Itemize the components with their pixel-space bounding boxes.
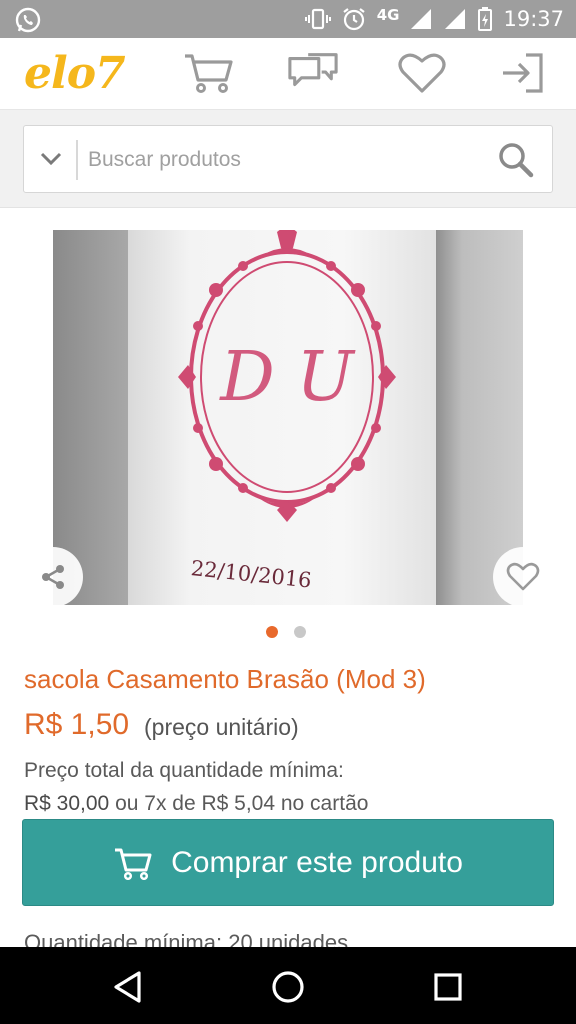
home-button[interactable] <box>266 965 310 1009</box>
heart-icon <box>506 562 540 591</box>
buy-button-label: Comprar este produto <box>171 845 463 879</box>
carousel-indicator <box>266 626 306 638</box>
chevron-down-icon[interactable] <box>34 142 68 176</box>
search-area <box>0 110 576 208</box>
network-type: 4G <box>376 6 400 24</box>
search-input[interactable] <box>88 140 488 180</box>
crest-illustration: D U <box>178 230 396 522</box>
carousel-dot[interactable] <box>294 626 306 638</box>
product-title: sacola Casamento Brasão (Mod 3) <box>24 664 426 694</box>
total-label: Preço total da quantidade mínima: <box>24 759 344 782</box>
home-circle-icon <box>272 971 304 1003</box>
product-price: R$ 1,50 <box>24 708 130 741</box>
messages-icon[interactable] <box>287 50 339 96</box>
vibrate-icon <box>304 8 331 30</box>
app-header: elo7 <box>0 38 576 110</box>
login-icon[interactable] <box>496 50 548 96</box>
buy-button[interactable]: Comprar este produto <box>22 819 554 906</box>
signal-icon-2 <box>445 9 466 29</box>
product-image[interactable]: D U 22/10/2016 <box>53 230 523 605</box>
price-note: (preço unitário) <box>144 714 299 740</box>
search-bar <box>23 125 553 193</box>
signal-icon <box>411 9 432 29</box>
whatsapp-icon <box>15 7 41 33</box>
status-bar: 4G 19:37 <box>0 0 576 38</box>
alarm-icon <box>343 8 365 31</box>
recents-button[interactable] <box>426 965 470 1009</box>
favorite-button[interactable] <box>493 547 553 607</box>
status-time: 19:37 <box>503 7 564 31</box>
cart-icon[interactable] <box>182 50 234 96</box>
favorites-icon[interactable] <box>396 50 448 96</box>
status-icons: 4G 19:37 <box>304 5 564 33</box>
elo7-logo[interactable]: elo7 <box>24 48 126 99</box>
battery-icon <box>478 7 493 31</box>
search-icon[interactable] <box>496 140 536 180</box>
total-price: R$ 30,00 <box>24 792 110 815</box>
screen: 4G 19:37 elo7 Buscar produtos D U 22/10/… <box>0 0 576 1024</box>
share-button[interactable] <box>23 547 83 607</box>
back-triangle-icon <box>114 971 141 1003</box>
monogram-text: D U <box>218 338 356 417</box>
android-nav-bar <box>0 947 576 1024</box>
recents-square-icon <box>434 973 462 1001</box>
carousel-dot-active[interactable] <box>266 626 278 638</box>
share-icon <box>42 565 64 589</box>
cart-icon <box>115 848 152 880</box>
total-line: R$ 30,00 ou 7x de R$ 5,04 no cartão <box>24 792 368 816</box>
installments: ou 7x de R$ 5,04 no cartão <box>115 792 369 815</box>
back-button[interactable] <box>106 965 150 1009</box>
search-divider <box>76 140 78 180</box>
